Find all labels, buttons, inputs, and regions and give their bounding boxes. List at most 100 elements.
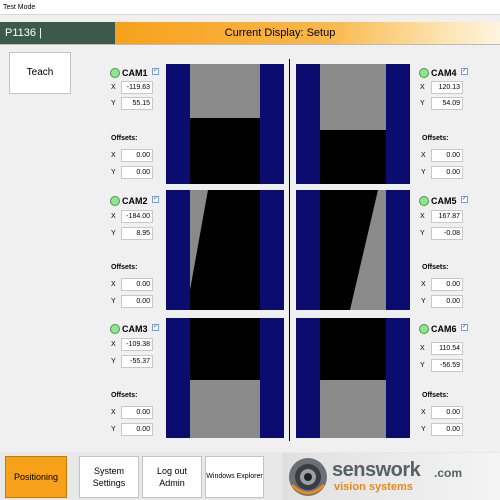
cam6-x-label: X: [420, 345, 425, 352]
logout-label-2: Admin: [159, 478, 185, 488]
cam3-x-value[interactable]: -109.38: [121, 338, 153, 351]
cam2-y-value[interactable]: 8.95: [121, 227, 153, 240]
cam4-label: CAM4: [431, 68, 457, 78]
header-bar: P1136 | Current Display: Setup: [0, 22, 500, 44]
cam1-view[interactable]: [166, 64, 284, 184]
cam5-y-label: Y: [420, 230, 425, 237]
cam4-x-value[interactable]: 120.13: [431, 81, 463, 94]
cam2-image: [190, 190, 260, 310]
cam6-x-value[interactable]: 110.54: [431, 342, 463, 355]
logo-wordmark: senswork: [332, 459, 421, 481]
windows-explorer-button[interactable]: Windows Explorer: [205, 456, 264, 498]
cam1-offy-label: Y: [111, 169, 116, 176]
cam1-y-value[interactable]: 55.15: [121, 97, 153, 110]
cam5-offset-x-field[interactable]: 0.00: [431, 278, 463, 291]
cam5-image: [320, 190, 386, 310]
cam5-offx-label: X: [421, 281, 426, 288]
cam2-y-label: Y: [111, 230, 116, 237]
positioning-button[interactable]: Positioning: [5, 456, 67, 498]
cam6-label: CAM6: [431, 324, 457, 334]
cam3-image: [190, 318, 260, 438]
cam1-offset-y-field[interactable]: 0.00: [121, 166, 153, 179]
cam5-label: CAM5: [431, 196, 457, 206]
cam4-y-value[interactable]: 54.09: [431, 97, 463, 110]
cam5-offsets-label: Offsets:: [422, 264, 449, 271]
window-title: Test Mode: [0, 0, 500, 15]
cam5-offset-y-field[interactable]: 0.00: [431, 295, 463, 308]
cam4-offsets-label: Offsets:: [422, 135, 449, 142]
cam3-offset-x-field[interactable]: 0.00: [121, 406, 153, 419]
cam1-offset-x-field[interactable]: 0.00: [121, 149, 153, 162]
cam1-offsets-label: Offsets:: [111, 135, 138, 142]
cam3-status-led-icon: [110, 324, 120, 334]
cam2-checkbox-icon[interactable]: ✓: [152, 196, 159, 203]
cam6-status-led-icon: [419, 324, 429, 334]
cam4-image: [320, 64, 386, 184]
cam2-x-label: X: [111, 213, 116, 220]
cam3-x-label: X: [111, 341, 116, 348]
cam1-y-label: Y: [111, 100, 116, 107]
cam2-offset-y-field[interactable]: 0.00: [121, 295, 153, 308]
cam5-y-value[interactable]: -0.08: [431, 227, 463, 240]
cam6-offsets-label: Offsets:: [422, 392, 449, 399]
cam6-image: [320, 318, 386, 438]
station-id: P1136 |: [0, 22, 115, 44]
cam6-offx-label: X: [421, 409, 426, 416]
cam4-offy-label: Y: [421, 169, 426, 176]
cam3-offy-label: Y: [111, 426, 116, 433]
cam1-x-label: X: [111, 84, 116, 91]
cam6-offy-label: Y: [421, 426, 426, 433]
cam4-checkbox-icon[interactable]: ✓: [461, 68, 468, 75]
logo-tagline: vision systems: [334, 481, 413, 493]
cam1-status-led-icon: [110, 68, 120, 78]
cam5-checkbox-icon[interactable]: ✓: [461, 196, 468, 203]
cam4-offset-y-field[interactable]: 0.00: [431, 166, 463, 179]
cam5-x-value[interactable]: 167.87: [431, 210, 463, 223]
cam5-x-label: X: [420, 213, 425, 220]
cam1-checkbox-icon[interactable]: ✓: [152, 68, 159, 75]
windows-explorer-label: Windows Explorer: [206, 473, 263, 480]
cam3-offsets-label: Offsets:: [111, 392, 138, 399]
cam2-view[interactable]: [166, 190, 284, 310]
cam3-offx-label: X: [111, 409, 116, 416]
cam3-offset-y-field[interactable]: 0.00: [121, 423, 153, 436]
system-settings-button[interactable]: System Settings: [79, 456, 139, 498]
cam1-x-value[interactable]: -119.63: [121, 81, 153, 94]
cam2-x-value[interactable]: -184.00: [121, 210, 153, 223]
cam2-label: CAM2: [122, 196, 148, 206]
cam3-view[interactable]: [166, 318, 284, 438]
cam6-offset-x-field[interactable]: 0.00: [431, 406, 463, 419]
cam3-label: CAM3: [122, 324, 148, 334]
logo-domain: .com: [434, 466, 463, 480]
cam6-view[interactable]: [296, 318, 410, 438]
cam2-offx-label: X: [111, 281, 116, 288]
cam1-offx-label: X: [111, 152, 116, 159]
cam4-y-label: Y: [420, 100, 425, 107]
cam5-status-led-icon: [419, 196, 429, 206]
cam4-view[interactable]: [296, 64, 410, 184]
cam2-offset-x-field[interactable]: 0.00: [121, 278, 153, 291]
logout-button[interactable]: Log out Admin: [142, 456, 202, 498]
system-settings-label-1: System: [93, 466, 124, 476]
system-settings-label-2: Settings: [92, 478, 126, 488]
cam3-y-label: Y: [111, 358, 116, 365]
cam6-y-label: Y: [420, 362, 425, 369]
cam2-status-led-icon: [110, 196, 120, 206]
cam4-status-led-icon: [419, 68, 429, 78]
cam6-checkbox-icon[interactable]: ✓: [461, 324, 468, 331]
cam3-y-value[interactable]: -55.37: [121, 355, 153, 368]
cam2-offy-label: Y: [111, 298, 116, 305]
cam4-x-label: X: [420, 84, 425, 91]
cam6-offset-y-field[interactable]: 0.00: [431, 423, 463, 436]
cam5-view[interactable]: [296, 190, 410, 310]
cam6-y-value[interactable]: -56.59: [431, 359, 463, 372]
teach-button[interactable]: Teach: [9, 52, 71, 94]
camera-lens-logo-icon: [289, 458, 327, 496]
company-logo: senswork .com vision systems: [282, 453, 500, 500]
cam3-checkbox-icon[interactable]: ✓: [152, 324, 159, 331]
view-divider: [289, 59, 290, 441]
logout-label-1: Log out: [156, 466, 188, 476]
cam1-image: [190, 64, 260, 184]
cam4-offset-x-field[interactable]: 0.00: [431, 149, 463, 162]
positioning-label: Positioning: [13, 472, 59, 482]
